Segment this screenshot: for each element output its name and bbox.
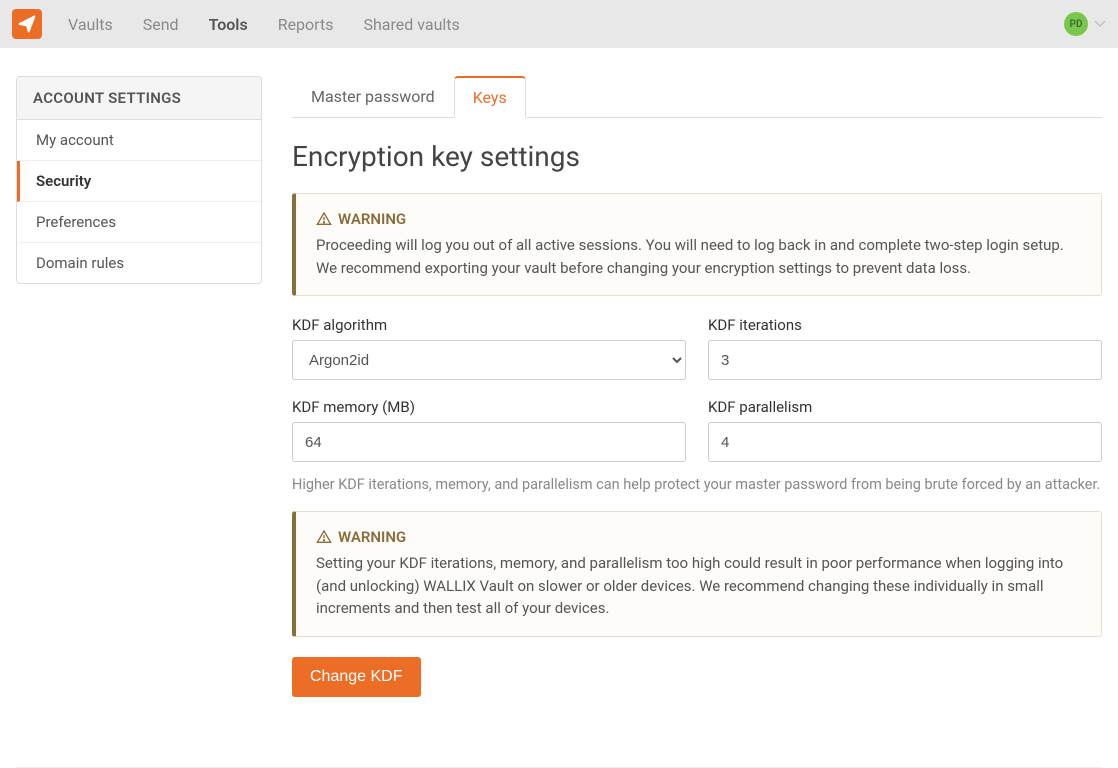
warning-icon <box>316 529 332 545</box>
input-kdf-iterations[interactable] <box>708 340 1102 380</box>
sidebar-item-domain-rules[interactable]: Domain rules <box>17 243 261 283</box>
topnav-item-reports[interactable]: Reports <box>278 15 334 34</box>
input-kdf-parallelism[interactable] <box>708 422 1102 462</box>
warning-icon <box>316 211 332 227</box>
app-logo[interactable] <box>12 9 42 39</box>
label-kdf-memory: KDF memory (MB) <box>292 398 686 416</box>
input-kdf-memory[interactable] <box>292 422 686 462</box>
warning-title: WARNING <box>338 210 406 228</box>
warning-performance: WARNING Setting your KDF iterations, mem… <box>292 511 1102 637</box>
tab-keys[interactable]: Keys <box>454 76 526 118</box>
warning-body: Proceeding will log you out of all activ… <box>316 234 1081 279</box>
sidebar-title: ACCOUNT SETTINGS <box>17 77 261 120</box>
change-kdf-button[interactable]: Change KDF <box>292 657 421 697</box>
topnav-item-tools[interactable]: Tools <box>209 15 248 34</box>
settings-sidebar: ACCOUNT SETTINGS My account Security Pre… <box>16 76 262 284</box>
topnav-item-vaults[interactable]: Vaults <box>68 15 113 34</box>
tabs: Master password Keys <box>292 76 1102 118</box>
tab-master-password[interactable]: Master password <box>292 76 454 118</box>
kdf-hint: Higher KDF iterations, memory, and paral… <box>292 476 1102 493</box>
topnav-item-shared-vaults[interactable]: Shared vaults <box>363 15 459 34</box>
sidebar-item-my-account[interactable]: My account <box>17 120 261 161</box>
warning-title: WARNING <box>338 528 406 546</box>
kdf-form: KDF algorithm Argon2id KDF iterations KD… <box>292 316 1102 462</box>
main-content: Master password Keys Encryption key sett… <box>292 76 1102 697</box>
avatar: PD <box>1064 12 1088 36</box>
chevron-down-icon <box>1094 17 1106 31</box>
field-kdf-memory: KDF memory (MB) <box>292 398 686 462</box>
field-kdf-algorithm: KDF algorithm Argon2id <box>292 316 686 380</box>
topnav: Vaults Send Tools Reports Shared vaults <box>68 15 460 34</box>
warning-body: Setting your KDF iterations, memory, and… <box>316 552 1081 620</box>
sidebar-item-security[interactable]: Security <box>17 161 261 202</box>
field-kdf-iterations: KDF iterations <box>708 316 1102 380</box>
select-kdf-algorithm[interactable]: Argon2id <box>292 340 686 380</box>
logo-icon <box>17 14 37 34</box>
sidebar-item-preferences[interactable]: Preferences <box>17 202 261 243</box>
label-kdf-parallelism: KDF parallelism <box>708 398 1102 416</box>
label-kdf-iterations: KDF iterations <box>708 316 1102 334</box>
label-kdf-algorithm: KDF algorithm <box>292 316 686 334</box>
field-kdf-parallelism: KDF parallelism <box>708 398 1102 462</box>
page-divider <box>16 767 1102 768</box>
warning-logout: WARNING Proceeding will log you out of a… <box>292 193 1102 296</box>
topbar: Vaults Send Tools Reports Shared vaults … <box>0 0 1118 48</box>
user-menu[interactable]: PD <box>1064 12 1106 36</box>
topnav-item-send[interactable]: Send <box>143 15 179 34</box>
page-title: Encryption key settings <box>292 140 1102 173</box>
